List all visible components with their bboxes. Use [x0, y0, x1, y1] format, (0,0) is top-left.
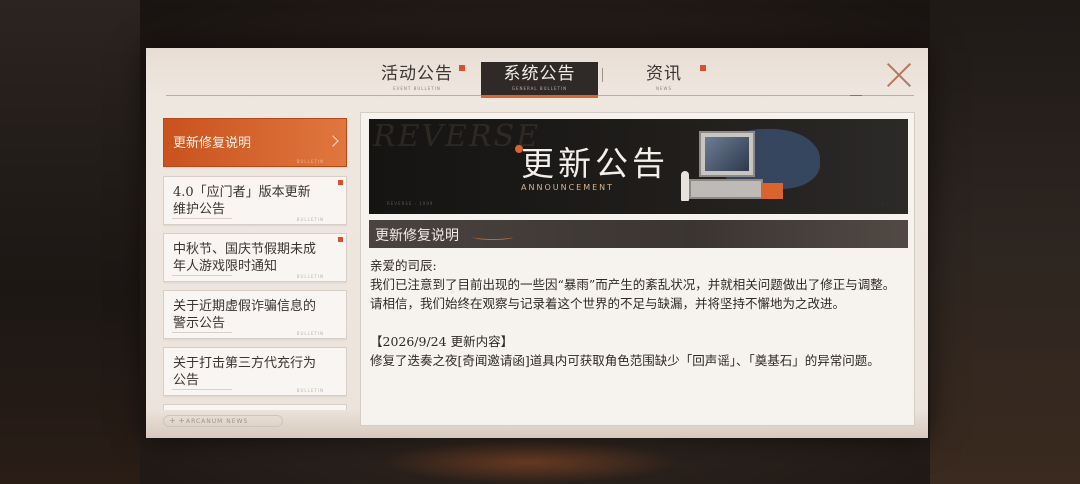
tab-news[interactable]: 资讯 NEWS [626, 62, 702, 96]
list-item-underline [172, 275, 232, 276]
tab-bar-mark [850, 95, 862, 96]
tab-label: 活动公告 [381, 64, 453, 84]
tab-label: 系统公告 [503, 64, 576, 84]
tab-sublabel: NEWS [655, 86, 672, 91]
list-item-tag: BULLETIN [296, 331, 324, 336]
close-icon[interactable] [886, 62, 912, 88]
article-heading: 更新修复说明 [375, 228, 459, 244]
computer-monitor-icon [699, 131, 755, 177]
list-item-tag: BULLETIN [296, 274, 324, 279]
orange-box-icon [761, 183, 783, 199]
list-item[interactable]: 关于打击第三方代充行为公告 BULLETIN [163, 347, 347, 396]
article-content[interactable]: REVERSE 更新公告 ANNOUNCEMENT REVERSE · 1999… [360, 112, 915, 426]
tab-label: 资讯 [646, 64, 682, 84]
background-bottom-glow [380, 440, 680, 484]
update-item: 修复了迭奏之夜[奇闻邀请函]道具内可获取角色范围缺少「回声谣」、「奠基石」的异常… [370, 353, 880, 368]
banner-title: 更新公告 [521, 144, 669, 183]
list-item-tag: BULLETIN [296, 217, 324, 222]
announcement-panel: 活动公告 EVENT BULLETIN 系统公告 GENERAL BULLETI… [146, 48, 928, 438]
tab-sublabel: GENERAL BULLETIN [511, 86, 568, 91]
list-item[interactable]: 更新修复说明 BULLETIN [163, 118, 347, 167]
list-item[interactable]: 关于近期虚假诈骗信息的警示公告 BULLETIN [163, 290, 347, 339]
list-item-title: 更新修复说明 [173, 136, 252, 151]
list-item-title: 关于打击第三方代充行为公告 [173, 356, 317, 388]
tab-general-bulletin[interactable]: 系统公告 GENERAL BULLETIN [481, 62, 598, 98]
announcement-banner: REVERSE 更新公告 ANNOUNCEMENT REVERSE · 1999… [369, 119, 908, 214]
chess-piece-icon [681, 171, 689, 201]
background-left [0, 0, 140, 484]
list-item-title: 中秋节、国庆节假期未成年人游戏限时通知 [173, 242, 317, 274]
list-item-tag: BULLETIN [296, 159, 324, 164]
tab-event-bulletin[interactable]: 活动公告 EVENT BULLETIN [372, 62, 462, 96]
unread-dot [338, 180, 343, 185]
list-item-title: 4.0「应门者」版本更新维护公告 [173, 185, 311, 217]
banner-tiny-text: REVERSE · 1999 [387, 201, 434, 206]
article-heading-bar: 更新修复说明 [369, 220, 908, 248]
list-item-title: 关于近期虚假诈骗信息的警示公告 [173, 299, 317, 331]
article-body: 亲爱的司辰: 我们已注意到了目前出现的一些因“暴雨”而产生的紊乱状况，并就相关问… [370, 256, 906, 370]
banner-tiny-text-right: · · · [882, 201, 894, 206]
bulletin-list[interactable]: 更新修复说明 BULLETIN 4.0「应门者」版本更新维护公告 BULLETI… [163, 118, 347, 410]
list-item[interactable]: 中秋节、国庆节假期未成年人游戏限时通知 BULLETIN [163, 233, 347, 282]
tab-news-notification-dot [700, 65, 706, 71]
unread-dot [338, 237, 343, 242]
footer-label: ARCANUM NEWS [186, 418, 249, 425]
heading-swirl-decoration [473, 234, 513, 240]
tab-divider [602, 68, 603, 82]
chevron-right-icon [327, 135, 339, 147]
banner-subtitle: ANNOUNCEMENT [521, 183, 615, 192]
background-right [930, 0, 1080, 484]
plus-icon: + + [169, 416, 185, 425]
computer-base-icon [689, 179, 763, 199]
tab-event-notification-dot [459, 65, 465, 71]
list-item-partial[interactable] [163, 404, 347, 410]
tab-sublabel: EVENT BULLETIN [393, 86, 441, 91]
list-item[interactable]: 4.0「应门者」版本更新维护公告 BULLETIN [163, 176, 347, 225]
news-footer: + + ARCANUM NEWS [163, 415, 283, 427]
list-item-tag: BULLETIN [296, 388, 324, 393]
article-paragraph: 我们已注意到了目前出现的一些因“暴雨”而产生的紊乱状况，并就相关问题做出了修正与… [370, 277, 896, 311]
list-item-underline [172, 218, 232, 219]
article-greeting: 亲爱的司辰: [370, 258, 437, 273]
update-title: 【2026/9/24 更新内容】 [370, 334, 514, 349]
list-item-underline [172, 332, 232, 333]
list-item-underline [172, 389, 232, 390]
